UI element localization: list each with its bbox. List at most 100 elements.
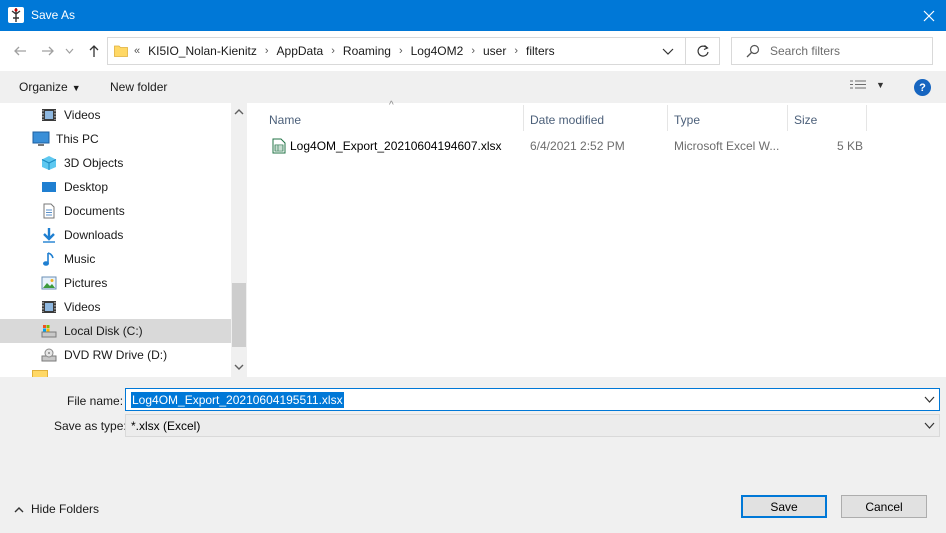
refresh-icon [696, 45, 709, 57]
hide-folders-label: Hide Folders [31, 502, 100, 516]
tree-item-label: This PC [56, 132, 99, 146]
downloads-icon [40, 227, 58, 243]
breadcrumb-item[interactable]: filters [520, 44, 561, 58]
file-date: 6/4/2021 2:52 PM [530, 139, 625, 153]
organize-label: Organize [19, 80, 68, 94]
pc-icon [32, 131, 50, 147]
music-icon [40, 251, 58, 267]
column-divider[interactable] [866, 105, 867, 131]
breadcrumb-item[interactable]: user [477, 44, 512, 58]
chevron-down-icon[interactable] [924, 420, 935, 431]
tree-item-pictures[interactable]: Pictures [0, 271, 231, 295]
libraries-icon [32, 370, 48, 377]
folder-icon [114, 45, 128, 57]
file-name-label: File name: [67, 394, 124, 408]
save-type-label: Save as type: [54, 419, 127, 433]
chevron-down-icon[interactable] [662, 44, 674, 58]
search-input[interactable] [770, 42, 925, 60]
view-options-button[interactable]: ▼ [850, 80, 885, 95]
up-arrow-icon [89, 45, 99, 57]
column-header-type[interactable]: Type [668, 108, 788, 132]
title-bar: Save As [0, 0, 946, 31]
hide-folders-button[interactable]: Hide Folders [14, 502, 99, 516]
breadcrumb-item[interactable]: Log4OM2 [405, 44, 470, 58]
breadcrumb-item[interactable]: KI5IO_Nolan-Kienitz [142, 44, 263, 58]
caret-down-icon: ▼ [71, 83, 81, 93]
forward-arrow-icon [42, 46, 54, 56]
save-type-value: *.xlsx (Excel) [131, 419, 201, 433]
recent-locations-button[interactable] [62, 41, 76, 61]
chevron-up-icon [14, 506, 24, 512]
chevron-down-icon[interactable] [924, 394, 935, 405]
column-header-date[interactable]: Date modified [524, 108, 667, 132]
tree-item-videos-quick[interactable]: Videos [0, 103, 231, 127]
save-type-select[interactable]: *.xlsx (Excel) [125, 414, 940, 437]
caret-down-icon: ▼ [876, 80, 885, 90]
details-view-icon [850, 80, 866, 89]
save-button[interactable]: Save [741, 495, 827, 518]
file-row[interactable]: Log4OM_Export_20210604194607.xlsx 6/4/20… [267, 135, 867, 157]
chevron-right-icon[interactable]: › [512, 45, 520, 57]
chevron-right-icon[interactable]: › [397, 45, 405, 57]
command-toolbar: Organize ▼ New folder ▼ ? [0, 71, 946, 103]
file-list: ^ Name Date modified Type Size Log4OM_Ex… [247, 100, 946, 377]
navigation-bar: « KI5IO_Nolan-Kienitz › AppData › Roaming ›… [0, 31, 946, 71]
tree-item-label: Desktop [64, 180, 109, 194]
videos-icon [40, 107, 58, 123]
pictures-icon [40, 275, 58, 291]
scroll-down-icon[interactable] [234, 363, 244, 373]
forward-button[interactable] [38, 41, 58, 61]
file-size: 5 KB [837, 139, 864, 153]
tree-item-label: Videos [64, 108, 101, 122]
tree-item-this-pc[interactable]: This PC [0, 127, 231, 151]
tree-item-downloads[interactable]: Downloads [0, 223, 231, 247]
documents-icon [40, 203, 58, 219]
address-bar[interactable]: « KI5IO_Nolan-Kienitz › AppData › Roaming ›… [107, 37, 686, 65]
save-options-panel: File name: Log4OM_Export_20210604195511.… [0, 377, 946, 533]
close-button[interactable] [912, 3, 946, 29]
scroll-up-icon[interactable] [234, 107, 244, 117]
tree-item-local-disk[interactable]: Local Disk (C:) [0, 319, 231, 343]
breadcrumb-overflow[interactable]: « [132, 45, 142, 57]
up-button[interactable] [84, 41, 104, 61]
tree-item-desktop[interactable]: Desktop [0, 175, 231, 199]
videos-icon [40, 299, 58, 315]
tree-scrollbar[interactable] [231, 103, 247, 377]
new-folder-button[interactable]: New folder [110, 80, 167, 94]
search-box[interactable] [731, 37, 933, 65]
breadcrumb-item[interactable]: AppData [271, 44, 330, 58]
back-button[interactable] [10, 41, 30, 61]
tree-item-label: Local Disk (C:) [64, 324, 143, 338]
chevron-down-icon [65, 48, 73, 54]
help-button[interactable]: ? [914, 79, 931, 96]
tree-item-label: Music [64, 252, 96, 266]
desktop-icon [40, 179, 58, 195]
file-type: Microsoft Excel W... [674, 139, 780, 153]
excel-file-icon [272, 138, 286, 154]
organize-button[interactable]: Organize ▼ [19, 80, 81, 94]
tree-item-label: Videos [64, 300, 101, 314]
file-name-value[interactable]: Log4OM_Export_20210604195511.xlsx [131, 392, 344, 408]
tree-item-music[interactable]: Music [0, 247, 231, 271]
tree-item-label: Documents [64, 204, 125, 218]
help-icon: ? [919, 81, 926, 94]
refresh-button[interactable] [686, 37, 720, 65]
navigation-pane: Videos This PC 3D Objects Desktop Docume… [0, 103, 247, 377]
cancel-button[interactable]: Cancel [841, 495, 927, 518]
column-header-size[interactable]: Size [788, 108, 866, 132]
tree-item-documents[interactable]: Documents [0, 199, 231, 223]
tree-item-videos[interactable]: Videos [0, 295, 231, 319]
chevron-right-icon[interactable]: › [469, 45, 477, 57]
tree-item-3d-objects[interactable]: 3D Objects [0, 151, 231, 175]
breadcrumb-item[interactable]: Roaming [337, 44, 397, 58]
tree-item-label: Pictures [64, 276, 108, 290]
column-header-name[interactable]: Name [263, 108, 523, 132]
breadcrumb: « KI5IO_Nolan-Kienitz › AppData › Roaming ›… [132, 38, 561, 64]
tree-item-dvd-drive[interactable]: DVD RW Drive (D:) [0, 343, 231, 367]
scrollbar-thumb[interactable] [232, 283, 246, 347]
chevron-right-icon[interactable]: › [263, 45, 271, 57]
tree-item-label: DVD RW Drive (D:) [64, 348, 168, 362]
tree-item-label: Downloads [64, 228, 124, 242]
chevron-right-icon[interactable]: › [329, 45, 337, 57]
file-name-field[interactable]: Log4OM_Export_20210604195511.xlsx [125, 388, 940, 411]
